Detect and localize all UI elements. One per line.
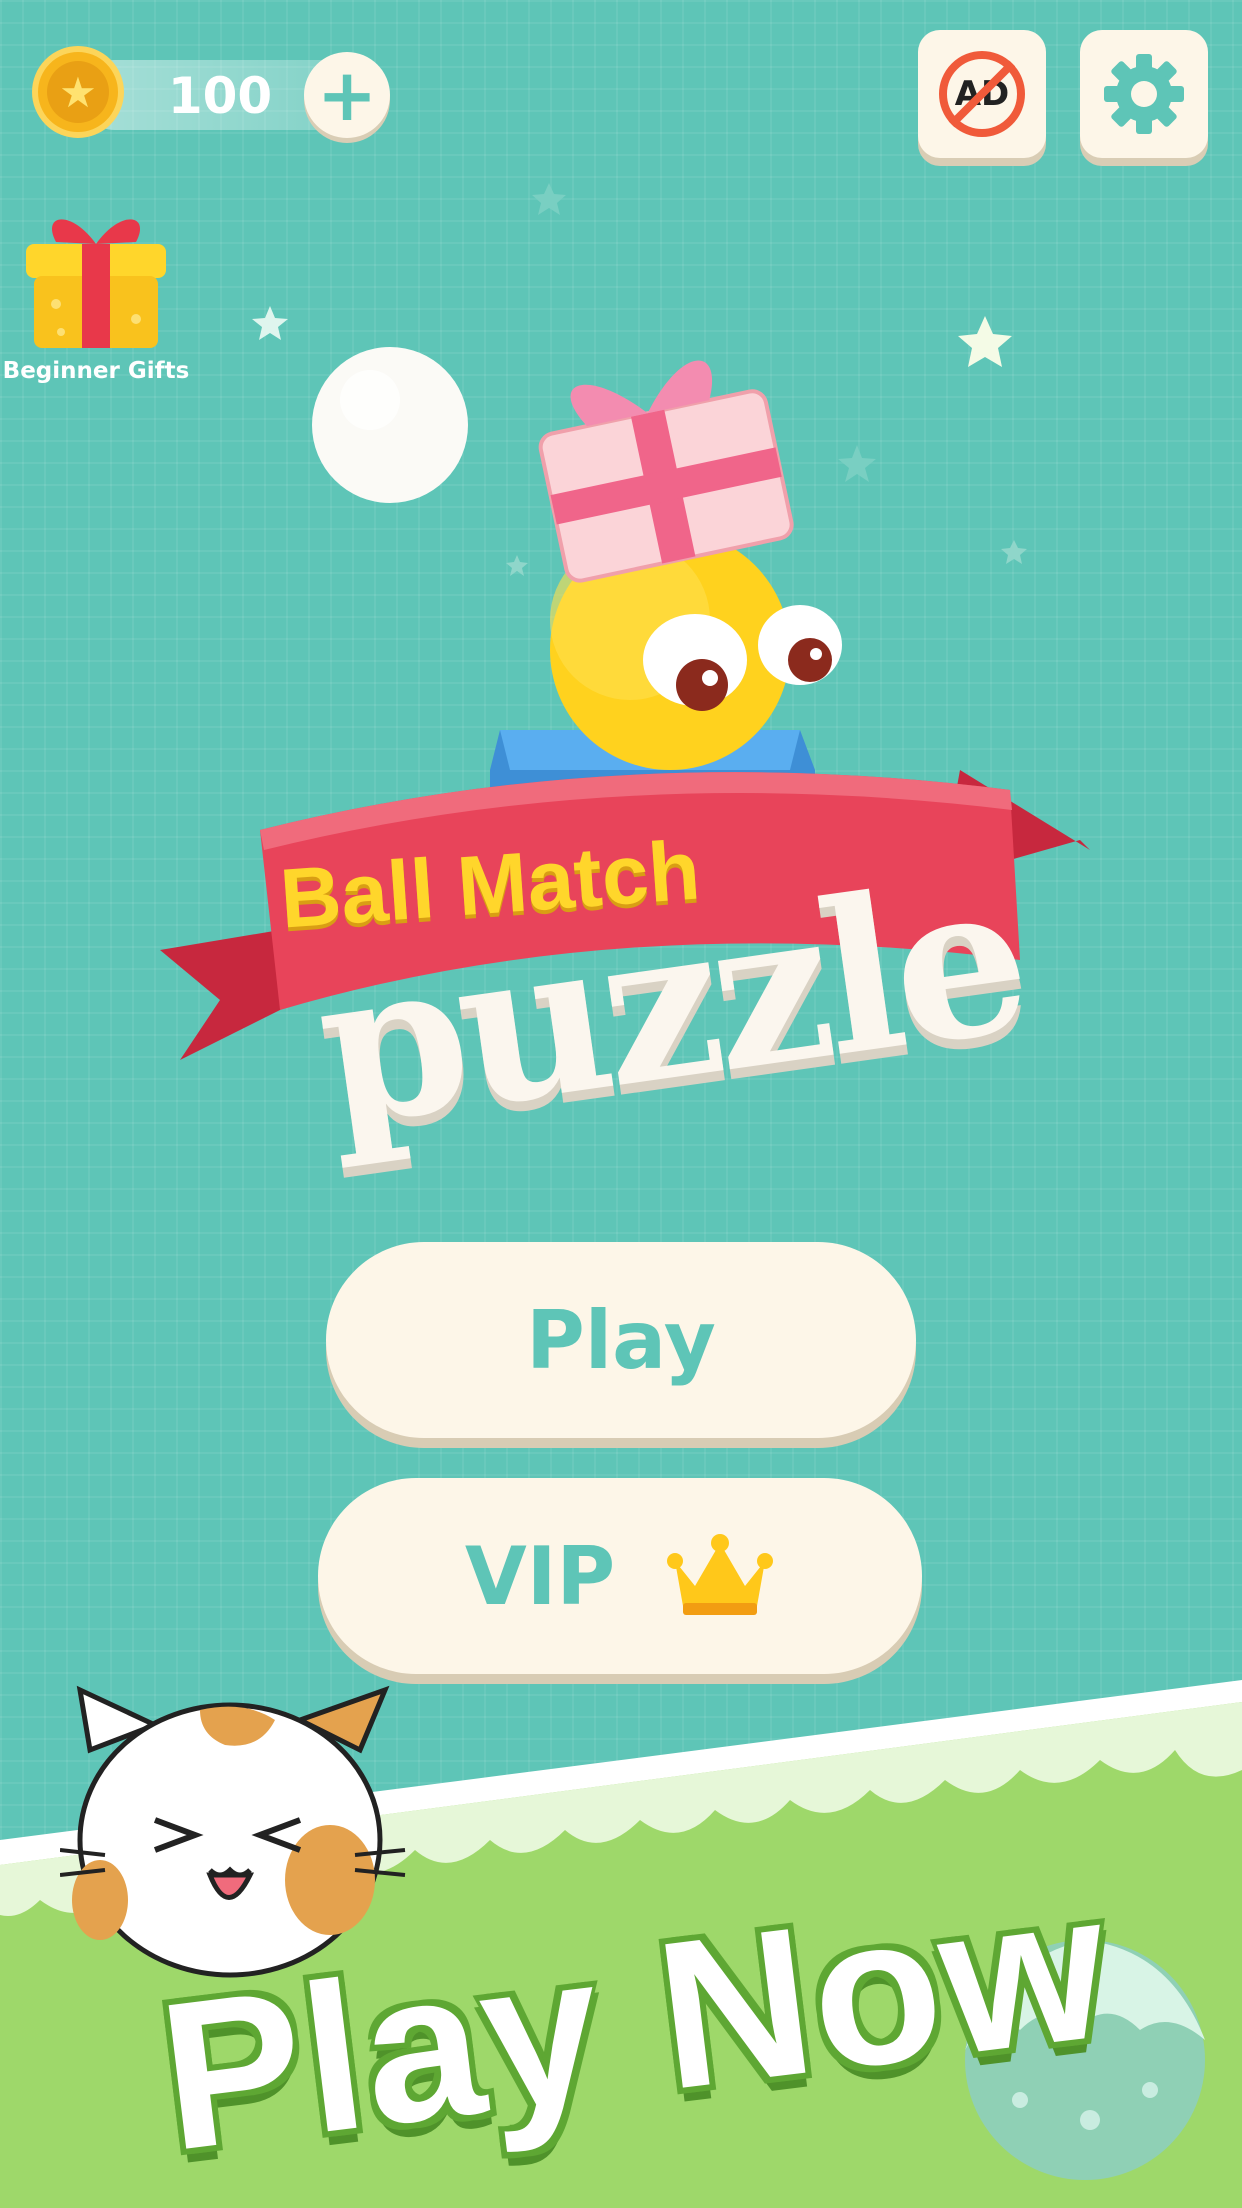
star-coin-icon: ★ [32,46,124,138]
crown-icon [667,1534,774,1615]
vip-button-label: VIP [464,1529,616,1623]
star-icon [1001,540,1027,564]
play-button-label: Play [526,1293,716,1387]
plus-icon: + [316,53,378,137]
beginner-gifts-label: Beginner Gifts [2,358,190,384]
gift-box-icon [26,219,166,348]
no-ads-label: AD [954,74,1010,114]
settings-button[interactable] [1080,30,1208,158]
add-coins-button[interactable]: + [304,52,390,138]
star-icon [532,183,566,215]
beginner-gifts-button[interactable] [16,204,176,358]
coin-count: 100 [167,67,273,125]
star-icon [252,306,288,340]
no-ads-icon: AD [939,51,1025,137]
white-ball [312,347,468,503]
vip-button[interactable]: VIP [318,1478,922,1674]
gear-icon [1104,54,1184,134]
star-icon [958,316,1012,367]
remove-ads-button[interactable]: AD [918,30,1046,158]
play-button[interactable]: Play [326,1242,916,1438]
